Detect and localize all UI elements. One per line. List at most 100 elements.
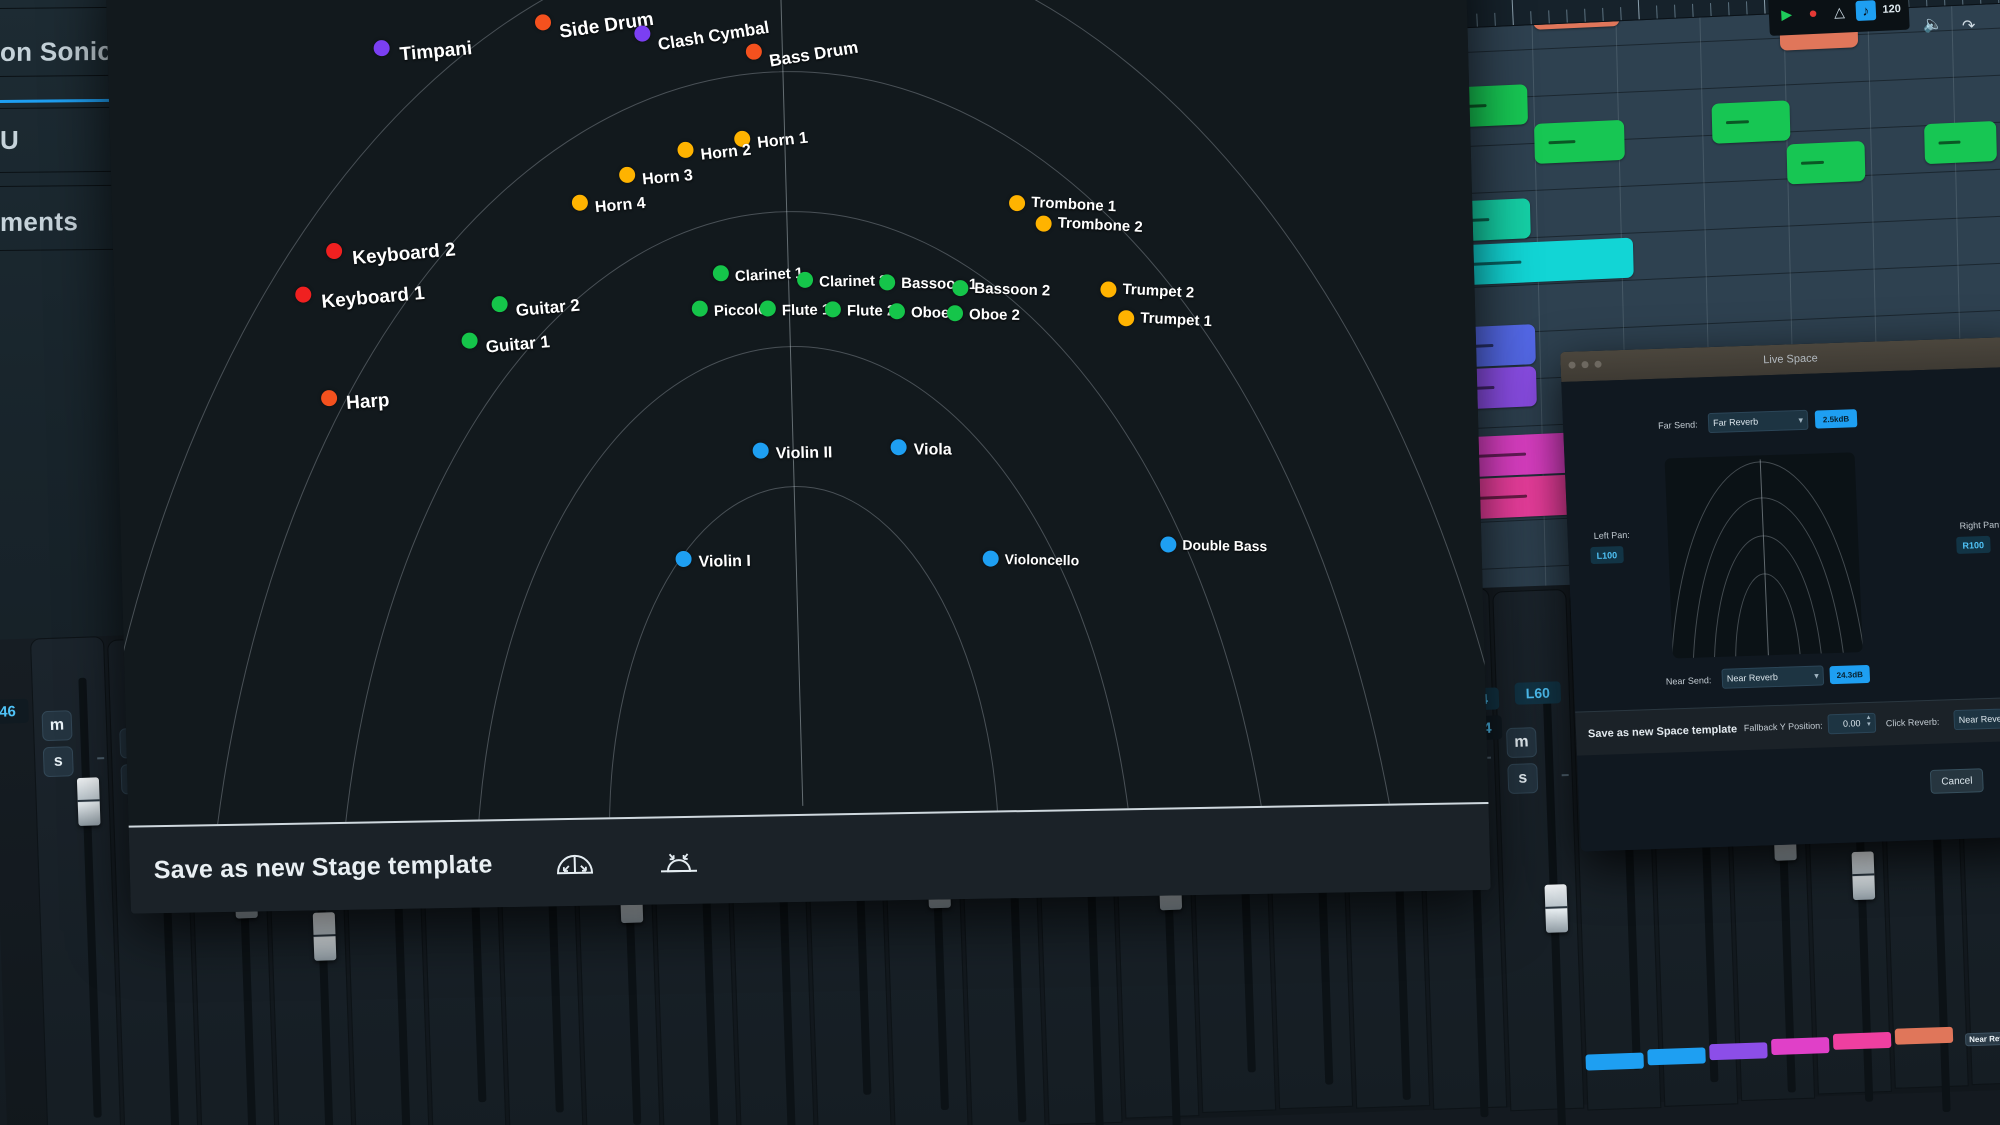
fader-track[interactable] <box>78 678 101 1118</box>
far-send-db[interactable]: 2.5kdB <box>1815 409 1858 428</box>
play-icon[interactable]: ▶ <box>1776 4 1796 25</box>
live-space-body: Far Send: Far Reverb ▾ 2.5kdB Left Pan: … <box>1561 367 2000 852</box>
ruler-minor-tick <box>1674 5 1676 18</box>
mixer-send-chip[interactable]: Near Reverb <box>1965 1031 2000 1046</box>
stepper-arrows-icon[interactable]: ▲▼ <box>1866 715 1873 729</box>
ruler-minor-tick <box>1944 0 1946 5</box>
stage-widen-icon[interactable] <box>552 846 597 881</box>
ruler-minor-tick <box>1692 4 1694 17</box>
metronome-icon[interactable]: △ <box>1829 1 1849 22</box>
near-send-label: Near Send: <box>1666 675 1712 687</box>
arrangement-clip[interactable] <box>1534 120 1625 164</box>
channel-partial-value[interactable]: 46 <box>0 699 29 724</box>
volume-fader[interactable] <box>1852 851 1876 900</box>
left-pan-value[interactable]: L100 <box>1590 546 1623 564</box>
chevron-down-icon: ▾ <box>1798 414 1803 425</box>
mixer-color-chip[interactable] <box>1647 1047 1706 1065</box>
window-controls[interactable] <box>1568 361 1601 369</box>
channel-pan-value[interactable]: L60 <box>1514 681 1561 705</box>
arrangement-clip[interactable] <box>1712 100 1791 144</box>
far-send-label: Far Send: <box>1658 419 1698 430</box>
ruler-minor-tick <box>1728 2 1730 15</box>
volume-fader[interactable] <box>1544 884 1568 933</box>
ruler-minor-tick <box>1602 8 1604 21</box>
instrument-label: Double Bass <box>1182 537 1267 554</box>
left-panel-divider <box>0 249 125 251</box>
instrument-label: Clarinet 1 <box>734 265 803 286</box>
mixer-channel[interactable]: ms <box>1492 589 1584 1111</box>
far-send-select[interactable]: Far Reverb ▾ <box>1708 410 1809 433</box>
solo-button[interactable]: s <box>1507 763 1538 794</box>
ruler-minor-tick <box>1476 14 1478 27</box>
live-space-title: Live Space <box>1763 352 1818 366</box>
stage-canvas[interactable]: Side DrumTimpaniClash CymbalBass DrumHor… <box>106 0 1488 826</box>
instrument-label: Harp <box>345 390 390 415</box>
record-icon[interactable]: ⏺ <box>1803 3 1823 24</box>
ruler-minor-tick <box>1746 1 1748 14</box>
mixer-channel[interactable]: ms <box>30 636 122 1125</box>
click-reverb-value: Near Reverb <box>1959 713 2000 725</box>
loop-icon[interactable]: ↷ <box>1962 16 1976 37</box>
save-stage-template-button[interactable]: Save as new Stage template <box>153 850 492 885</box>
arrangement-clip[interactable] <box>1787 141 1866 185</box>
fallback-y-stepper[interactable]: 0.00 ▲▼ <box>1827 713 1876 735</box>
fallback-y-value: 0.00 <box>1843 718 1861 729</box>
left-panel-divider <box>0 107 125 109</box>
click-reverb-label: Click Reverb: <box>1886 717 1940 729</box>
left-panel-divider <box>0 185 125 187</box>
click-reverb-select[interactable]: Near Reverb ▾ <box>1953 707 2000 730</box>
screen-root: 11121314 ▶ ⏺ △ ♪ 120 🔈 ↷ on Sonic –Ument… <box>0 0 2000 1125</box>
left-panel-row-2[interactable]: ments <box>0 199 125 244</box>
ruler-minor-tick <box>1962 0 1964 5</box>
ruler-minor-tick <box>1710 3 1712 16</box>
near-send-db[interactable]: 24.3dB <box>1829 665 1870 684</box>
right-pan-value[interactable]: R100 <box>1956 536 1990 554</box>
stage-narrow-icon[interactable] <box>656 844 701 879</box>
near-send-select[interactable]: Near Reverb ▾ <box>1721 665 1824 688</box>
left-panel-row-1[interactable]: U <box>0 117 125 162</box>
instrument-label: Violin I <box>698 553 751 572</box>
transport-bar[interactable]: ▶ ⏺ △ ♪ 120 <box>1768 0 1910 36</box>
mixer-color-chip[interactable] <box>1833 1032 1892 1050</box>
mixer-color-chip[interactable] <box>1895 1027 1954 1045</box>
live-space-dialog[interactable]: Live Space Far Send: Far Reverb ▾ 2.5kdB… <box>1560 337 2000 852</box>
arrangement-clip[interactable] <box>1453 238 1634 286</box>
save-space-template-button[interactable]: Save as new Space template <box>1576 723 1738 740</box>
clip-note <box>1801 161 1824 165</box>
ruler-minor-tick <box>1980 0 1982 4</box>
mixer-color-chip[interactable] <box>1771 1037 1830 1055</box>
far-send-value: Far Reverb <box>1713 416 1758 427</box>
ruler-minor-tick <box>1548 10 1550 23</box>
live-stage-window[interactable]: Live Stage Side DrumTimpaniClash CymbalB… <box>105 0 1491 914</box>
instrument-label: Flute 1 <box>782 301 831 319</box>
mute-button[interactable]: m <box>42 710 73 741</box>
clip-note <box>1473 495 1527 500</box>
mixer-color-chip[interactable] <box>1585 1053 1644 1071</box>
ruler-minor-tick <box>1566 10 1568 23</box>
left-panel-divider <box>0 171 125 173</box>
space-radar[interactable] <box>1665 452 1863 658</box>
volume-fader[interactable] <box>77 777 101 826</box>
instrument-label: Bassoon 2 <box>974 280 1050 300</box>
mixer-color-chip[interactable] <box>1709 1042 1768 1060</box>
fallback-y-label: Fallback Y Position: <box>1744 720 1823 733</box>
ruler-minor-tick <box>1584 9 1586 22</box>
tempo-note-icon[interactable]: ♪ <box>1856 0 1876 21</box>
near-send-value: Near Reverb <box>1727 672 1778 684</box>
speaker-icon[interactable]: 🔈 <box>1923 14 1944 35</box>
instrument-label: Oboe 2 <box>969 306 1020 324</box>
clip-note <box>1548 140 1575 144</box>
fader-scale-tick <box>1562 774 1569 776</box>
ruler-major-tick <box>1638 0 1640 19</box>
mute-button[interactable]: m <box>1506 727 1537 758</box>
space-footer: Save as new Space template Fallback Y Po… <box>1575 696 2000 755</box>
volume-fader[interactable] <box>313 912 337 961</box>
instrument-dot[interactable] <box>373 40 389 56</box>
clip-note <box>1472 453 1526 458</box>
instrument-label: Viola <box>914 442 952 460</box>
clip-note <box>1726 120 1749 124</box>
tempo-value: 120 <box>1882 3 1901 16</box>
cancel-button[interactable]: Cancel <box>1930 768 1984 794</box>
solo-button[interactable]: s <box>43 746 74 777</box>
arrangement-clip[interactable] <box>1924 121 1997 164</box>
